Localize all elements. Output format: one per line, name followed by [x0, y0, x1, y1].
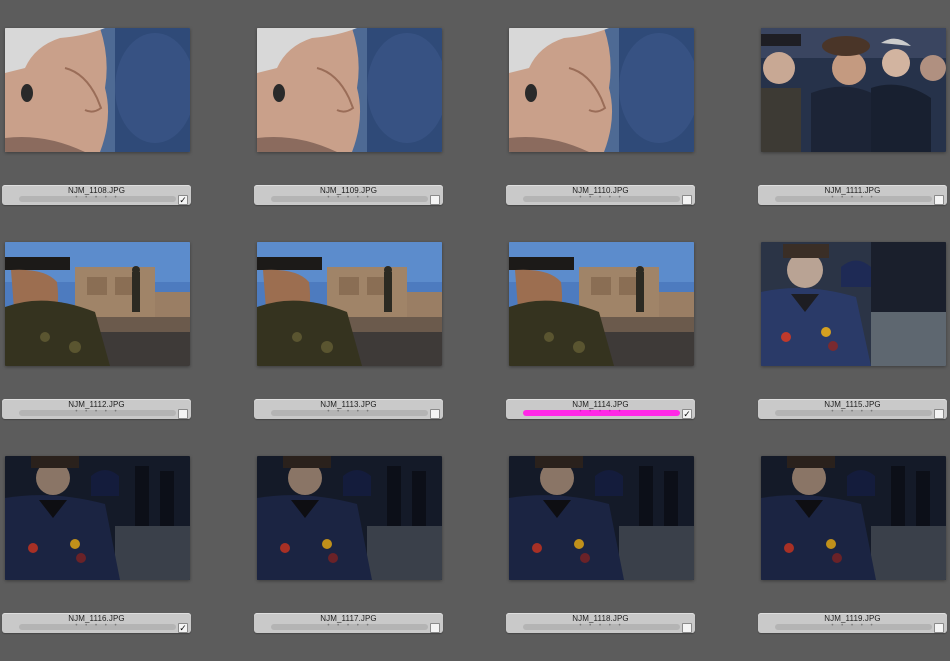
- photo-filename: NJM_1109.JPG: [319, 186, 378, 195]
- star-rating-control[interactable]: • • • • •: [523, 195, 680, 202]
- photo-label-bar: NJM_1108.JPG • • • • •: [2, 185, 191, 205]
- photo-thumbnail[interactable]: [5, 28, 190, 152]
- star-rating-control[interactable]: • • • • •: [19, 195, 176, 202]
- photo-label-bar: NJM_1116.JPG • • • • •: [2, 613, 191, 633]
- photo-thumbnail[interactable]: [257, 456, 442, 580]
- photo-thumbnail[interactable]: [509, 242, 694, 366]
- select-checkbox[interactable]: [430, 409, 440, 419]
- photo-filename: NJM_1117.JPG: [320, 614, 377, 623]
- select-checkbox[interactable]: [934, 195, 944, 205]
- select-checkbox[interactable]: [178, 195, 188, 205]
- star-rating-control[interactable]: • • • • •: [523, 409, 680, 416]
- photo-label-bar: NJM_1111.JPG • • • • •: [758, 185, 947, 205]
- select-checkbox[interactable]: [934, 409, 944, 419]
- photo-label-bar: NJM_1114.JPG • • • • •: [506, 399, 695, 419]
- photo-label-bar: NJM_1115.JPG • • • • •: [758, 399, 947, 419]
- photo-cell[interactable]: NJM_1116.JPG • • • • •: [2, 456, 192, 661]
- select-checkbox[interactable]: [682, 195, 692, 205]
- select-checkbox[interactable]: [430, 195, 440, 205]
- photo-cell[interactable]: NJM_1112.JPG • • • • •: [2, 242, 192, 447]
- star-rating-control[interactable]: • • • • •: [523, 623, 680, 630]
- photo-cell[interactable]: NJM_1114.JPG • • • • •: [506, 242, 696, 447]
- photo-label-bar: NJM_1112.JPG • • • • •: [2, 399, 191, 419]
- photo-filename: NJM_1110.JPG: [572, 186, 629, 195]
- photo-thumbnail[interactable]: [761, 242, 946, 366]
- photo-thumbnail[interactable]: [257, 242, 442, 366]
- photo-thumbnail[interactable]: [761, 456, 946, 580]
- photo-cell[interactable]: NJM_1113.JPG • • • • •: [254, 242, 444, 447]
- photo-label-bar: NJM_1119.JPG • • • • •: [758, 613, 947, 633]
- star-rating-control[interactable]: • • • • •: [271, 195, 428, 202]
- select-checkbox[interactable]: [934, 623, 944, 633]
- photo-cell[interactable]: NJM_1111.JPG • • • • •: [758, 28, 948, 233]
- star-rating-control[interactable]: • • • • •: [775, 409, 932, 416]
- photo-thumbnail[interactable]: [257, 28, 442, 152]
- photo-cell[interactable]: NJM_1117.JPG • • • • •: [254, 456, 444, 661]
- photo-label-bar: NJM_1118.JPG • • • • •: [506, 613, 695, 633]
- photo-cell[interactable]: NJM_1118.JPG • • • • •: [506, 456, 696, 661]
- star-rating-control[interactable]: • • • • •: [19, 623, 176, 630]
- photo-thumbnail[interactable]: [761, 28, 946, 152]
- photo-cell[interactable]: NJM_1110.JPG • • • • •: [506, 28, 696, 233]
- photo-thumbnail[interactable]: [509, 456, 694, 580]
- photo-filename: NJM_1108.JPG: [67, 186, 126, 195]
- star-rating-control[interactable]: • • • • •: [775, 623, 932, 630]
- select-checkbox[interactable]: [430, 623, 440, 633]
- photo-filename: NJM_1115.JPG: [824, 400, 881, 409]
- photo-filename: NJM_1119.JPG: [824, 614, 881, 623]
- select-checkbox[interactable]: [682, 409, 692, 419]
- select-checkbox[interactable]: [178, 623, 188, 633]
- photo-cell[interactable]: NJM_1115.JPG • • • • •: [758, 242, 948, 447]
- photo-thumbnail[interactable]: [5, 242, 190, 366]
- photo-filename: NJM_1112.JPG: [68, 400, 125, 409]
- photo-label-bar: NJM_1109.JPG • • • • •: [254, 185, 443, 205]
- star-rating-control[interactable]: • • • • •: [271, 409, 428, 416]
- star-rating-control[interactable]: • • • • •: [271, 623, 428, 630]
- photo-label-bar: NJM_1110.JPG • • • • •: [506, 185, 695, 205]
- photo-cell[interactable]: NJM_1119.JPG • • • • •: [758, 456, 948, 661]
- photo-thumbnail[interactable]: [5, 456, 190, 580]
- photo-cell[interactable]: NJM_1109.JPG • • • • •: [254, 28, 444, 233]
- thumbnail-grid: NJM_1108.JPG• • • • • NJM_1109.JPG• • • …: [0, 0, 950, 636]
- photo-filename: NJM_1118.JPG: [572, 614, 629, 623]
- photo-filename: NJM_1116.JPG: [68, 614, 125, 623]
- select-checkbox[interactable]: [178, 409, 188, 419]
- photo-filename: NJM_1113.JPG: [320, 400, 377, 409]
- select-checkbox[interactable]: [682, 623, 692, 633]
- photo-thumbnail[interactable]: [509, 28, 694, 152]
- star-rating-control[interactable]: • • • • •: [19, 409, 176, 416]
- photo-filename: NJM_1111.JPG: [824, 186, 881, 195]
- photo-cell[interactable]: NJM_1108.JPG • • • • •: [2, 28, 192, 233]
- photo-filename: NJM_1114.JPG: [572, 400, 629, 409]
- photo-label-bar: NJM_1117.JPG • • • • •: [254, 613, 443, 633]
- star-rating-control[interactable]: • • • • •: [775, 195, 932, 202]
- photo-label-bar: NJM_1113.JPG • • • • •: [254, 399, 443, 419]
